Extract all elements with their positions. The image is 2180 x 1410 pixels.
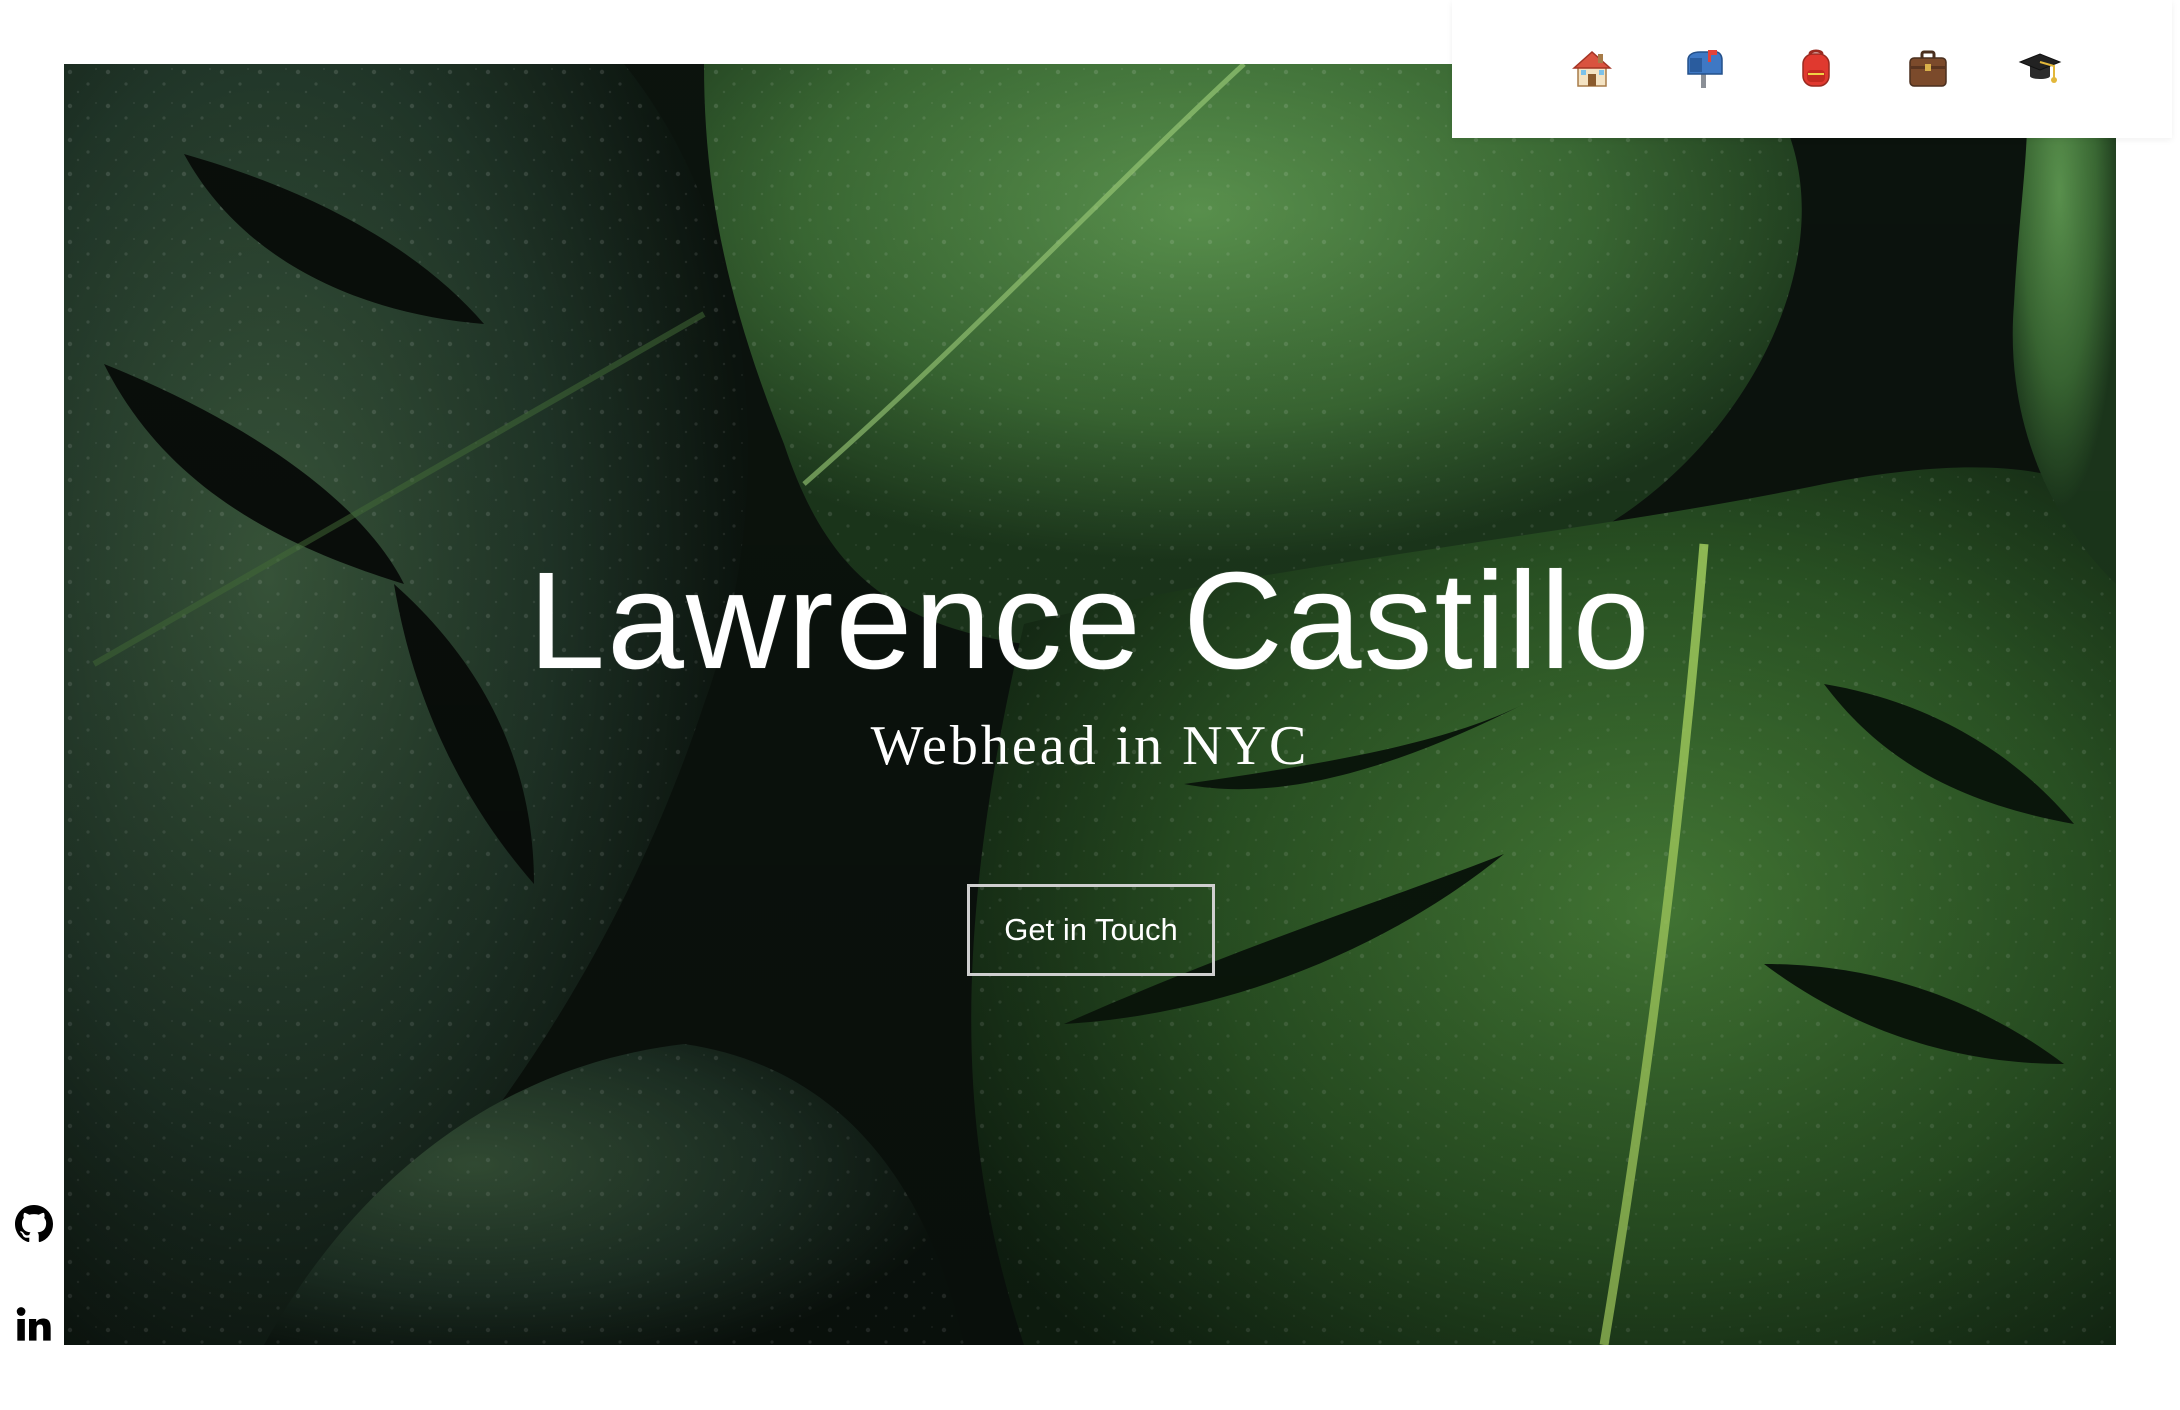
get-in-touch-button[interactable]: Get in Touch: [967, 884, 1215, 976]
nav-item-about[interactable]: [1788, 40, 1844, 96]
backpack-icon: [1802, 49, 1830, 87]
github-link[interactable]: [14, 1204, 54, 1244]
nav-item-home[interactable]: [1564, 40, 1620, 96]
nav-item-education[interactable]: [2012, 40, 2068, 96]
page: Lawrence Castillo Webhead in NYC Get in …: [0, 0, 2180, 1410]
hero-subtitle: Webhead in NYC: [870, 715, 1310, 777]
house-icon: [1572, 50, 1612, 87]
nav-item-work[interactable]: [1900, 40, 1956, 96]
nav-panel: [1452, 0, 2172, 138]
linkedin-link[interactable]: [14, 1304, 54, 1344]
nav-item-contact[interactable]: [1676, 40, 1732, 96]
github-icon: [15, 1205, 53, 1243]
linkedin-icon: [16, 1307, 51, 1341]
briefcase-icon: [1909, 50, 1947, 87]
graduation-cap-icon: [2018, 53, 2062, 83]
hero-section: Lawrence Castillo Webhead in NYC Get in …: [64, 64, 2116, 1345]
hero-content: Lawrence Castillo Webhead in NYC Get in …: [64, 64, 2116, 1345]
mailbox-icon: [1687, 50, 1723, 88]
hero-title: Lawrence Castillo: [528, 544, 1652, 698]
